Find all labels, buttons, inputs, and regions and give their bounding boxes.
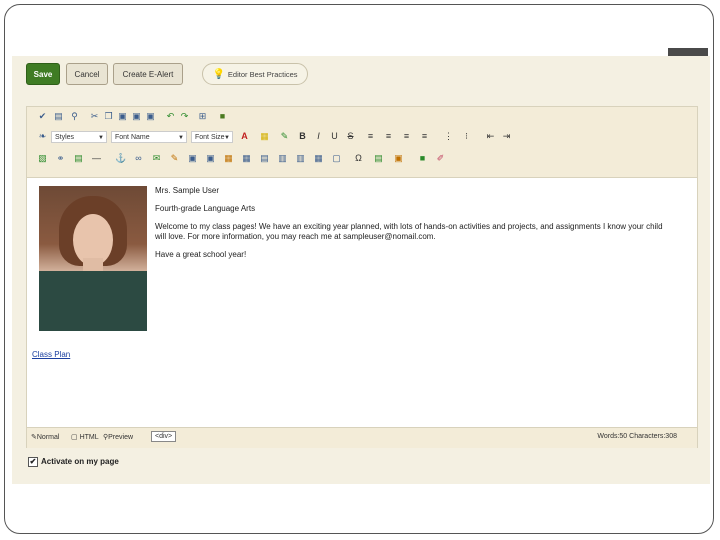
photo-shirt — [39, 271, 147, 331]
document-icon[interactable]: ▤ — [73, 153, 84, 164]
teacher-photo — [39, 186, 147, 331]
preview-mode-label: Preview — [108, 434, 134, 441]
word-character-count: Words:50 Characters:308 — [597, 433, 677, 440]
undo-icon[interactable]: ↶ — [165, 111, 176, 122]
lightbulb-icon: 💡 — [212, 69, 225, 80]
class-plan-link[interactable]: Class Plan — [32, 350, 70, 359]
bulleted-list-icon[interactable]: ⁝ — [461, 131, 472, 142]
text-color-icon[interactable]: A — [239, 131, 250, 142]
flash-icon[interactable]: ▣ — [205, 153, 216, 164]
normal-mode-tab[interactable]: ✎Normal — [31, 433, 59, 441]
action-bar: Save Cancel Create E-Alert 💡 Editor Best … — [12, 56, 710, 94]
underline-icon[interactable]: U — [329, 131, 340, 142]
template-icon[interactable]: ▤ — [373, 153, 384, 164]
merge-cells-icon[interactable]: ▥ — [295, 153, 306, 164]
source-icon[interactable]: ■ — [417, 153, 428, 164]
normal-mode-label: Normal — [36, 434, 60, 441]
indent-icon[interactable]: ⇥ — [501, 131, 512, 142]
find-icon[interactable]: ⚲ — [69, 111, 80, 122]
align-right-icon[interactable]: ≡ — [401, 131, 412, 142]
font-name-dropdown-label: Font Name — [115, 134, 150, 141]
italic-icon[interactable]: I — [313, 131, 324, 142]
teacher-subtitle: Fourth-grade Language Arts — [155, 204, 256, 213]
page-text: Mrs. Sample User Fourth-grade Language A… — [155, 186, 675, 268]
activate-checkbox-row[interactable]: ✔ Activate on my page — [28, 457, 119, 467]
closing-line: Have a great school year! — [155, 250, 247, 259]
align-left-icon[interactable]: ≡ — [365, 131, 376, 142]
horizontal-rule-icon[interactable]: — — [91, 153, 102, 164]
cut-icon[interactable]: ✂ — [89, 111, 100, 122]
styles-dropdown-label: Styles — [55, 134, 75, 141]
strikethrough-icon[interactable]: S — [345, 131, 356, 142]
widget-icon[interactable]: ▣ — [393, 153, 404, 164]
preview-mode-tab[interactable]: ⚲Preview — [103, 433, 133, 441]
editor-best-practices-button[interactable]: 💡 Editor Best Practices — [202, 63, 308, 85]
special-char-icon[interactable]: Ω — [353, 153, 364, 164]
font-name-dropdown[interactable]: Font Name ▼ — [111, 131, 187, 143]
html-mode-tab[interactable]: ▢ HTML — [71, 433, 99, 441]
select-all-icon[interactable]: ⊞ — [197, 111, 208, 122]
split-cells-icon[interactable]: ▦ — [313, 153, 324, 164]
delete-table-icon[interactable]: ▢ — [331, 153, 342, 164]
chevron-down-icon: ▼ — [178, 135, 184, 141]
hyperlink-icon[interactable]: ∞ — [133, 153, 144, 164]
best-practices-label: Editor Best Practices — [227, 70, 298, 79]
paste-word-icon[interactable]: ▣ — [145, 111, 156, 122]
cancel-button[interactable]: Cancel — [66, 63, 108, 85]
justify-icon[interactable]: ≡ — [419, 131, 430, 142]
align-center-icon[interactable]: ≡ — [383, 131, 394, 142]
email-link-icon[interactable]: ✉ — [151, 153, 162, 164]
redo-icon[interactable]: ↷ — [179, 111, 190, 122]
element-path-tag[interactable]: <div> — [151, 431, 177, 442]
teacher-name: Mrs. Sample User — [155, 186, 220, 195]
paste-icon[interactable]: ▣ — [117, 111, 128, 122]
welcome-paragraph: Welcome to my class pages! We have an ex… — [155, 222, 663, 241]
table-icon[interactable]: ▦ — [223, 153, 234, 164]
html-mode-label: HTML — [79, 434, 99, 441]
chevron-down-icon: ▼ — [224, 135, 230, 141]
format-painter-icon[interactable]: ✎ — [279, 131, 290, 142]
create-e-alert-button[interactable]: Create E-Alert — [113, 63, 183, 85]
image-icon[interactable]: ▧ — [37, 153, 48, 164]
eraser-icon[interactable]: ✐ — [435, 153, 446, 164]
link-icon[interactable]: ⚭ — [55, 153, 66, 164]
remove-link-icon[interactable]: ✎ — [169, 153, 180, 164]
highlight-color-icon[interactable]: ▦ — [259, 131, 270, 142]
insert-row-icon[interactable]: ▤ — [259, 153, 270, 164]
dreamweaver-icon[interactable]: ■ — [217, 111, 228, 122]
activate-label: Activate on my page — [41, 457, 119, 467]
media-icon[interactable]: ▣ — [187, 153, 198, 164]
code-icon: ▢ — [71, 434, 80, 441]
anchor-icon[interactable]: ⚓ — [115, 153, 126, 164]
paste-text-icon[interactable]: ▣ — [131, 111, 142, 122]
table-props-icon[interactable]: ▦ — [241, 153, 252, 164]
outdent-icon[interactable]: ⇤ — [485, 131, 496, 142]
activate-checkbox[interactable]: ✔ — [28, 457, 38, 467]
editor-toolbar: ✔ ▤ ⚲ ✂ ❐ ▣ ▣ ▣ ↶ ↷ ⊞ ■ ❧ Styles ▼ Font N… — [27, 107, 697, 178]
spellcheck-icon[interactable]: ✔ — [37, 111, 48, 122]
font-size-dropdown[interactable]: Font Size ▼ — [191, 131, 233, 143]
numbered-list-icon[interactable]: ⋮ — [443, 131, 454, 142]
editor-screenshot: Save Cancel Create E-Alert 💡 Editor Best … — [12, 56, 710, 484]
print-icon[interactable]: ▤ — [53, 111, 64, 122]
rich-text-editor: ✔ ▤ ⚲ ✂ ❐ ▣ ▣ ▣ ↶ ↷ ⊞ ■ ❧ Styles ▼ Font N… — [26, 106, 698, 448]
copy-icon[interactable]: ❐ — [103, 111, 114, 122]
insert-column-icon[interactable]: ▥ — [277, 153, 288, 164]
bold-icon[interactable]: B — [297, 131, 308, 142]
font-size-dropdown-label: Font Size — [195, 134, 225, 141]
styles-icon: ❧ — [38, 131, 47, 141]
styles-dropdown[interactable]: Styles ▼ — [51, 131, 107, 143]
editor-content[interactable]: Mrs. Sample User Fourth-grade Language A… — [27, 178, 697, 418]
chevron-down-icon: ▼ — [98, 135, 104, 141]
save-button[interactable]: Save — [26, 63, 60, 85]
editor-status-bar: ✎Normal ▢ HTML ⚲Preview <div> Words:50 C… — [27, 427, 697, 448]
